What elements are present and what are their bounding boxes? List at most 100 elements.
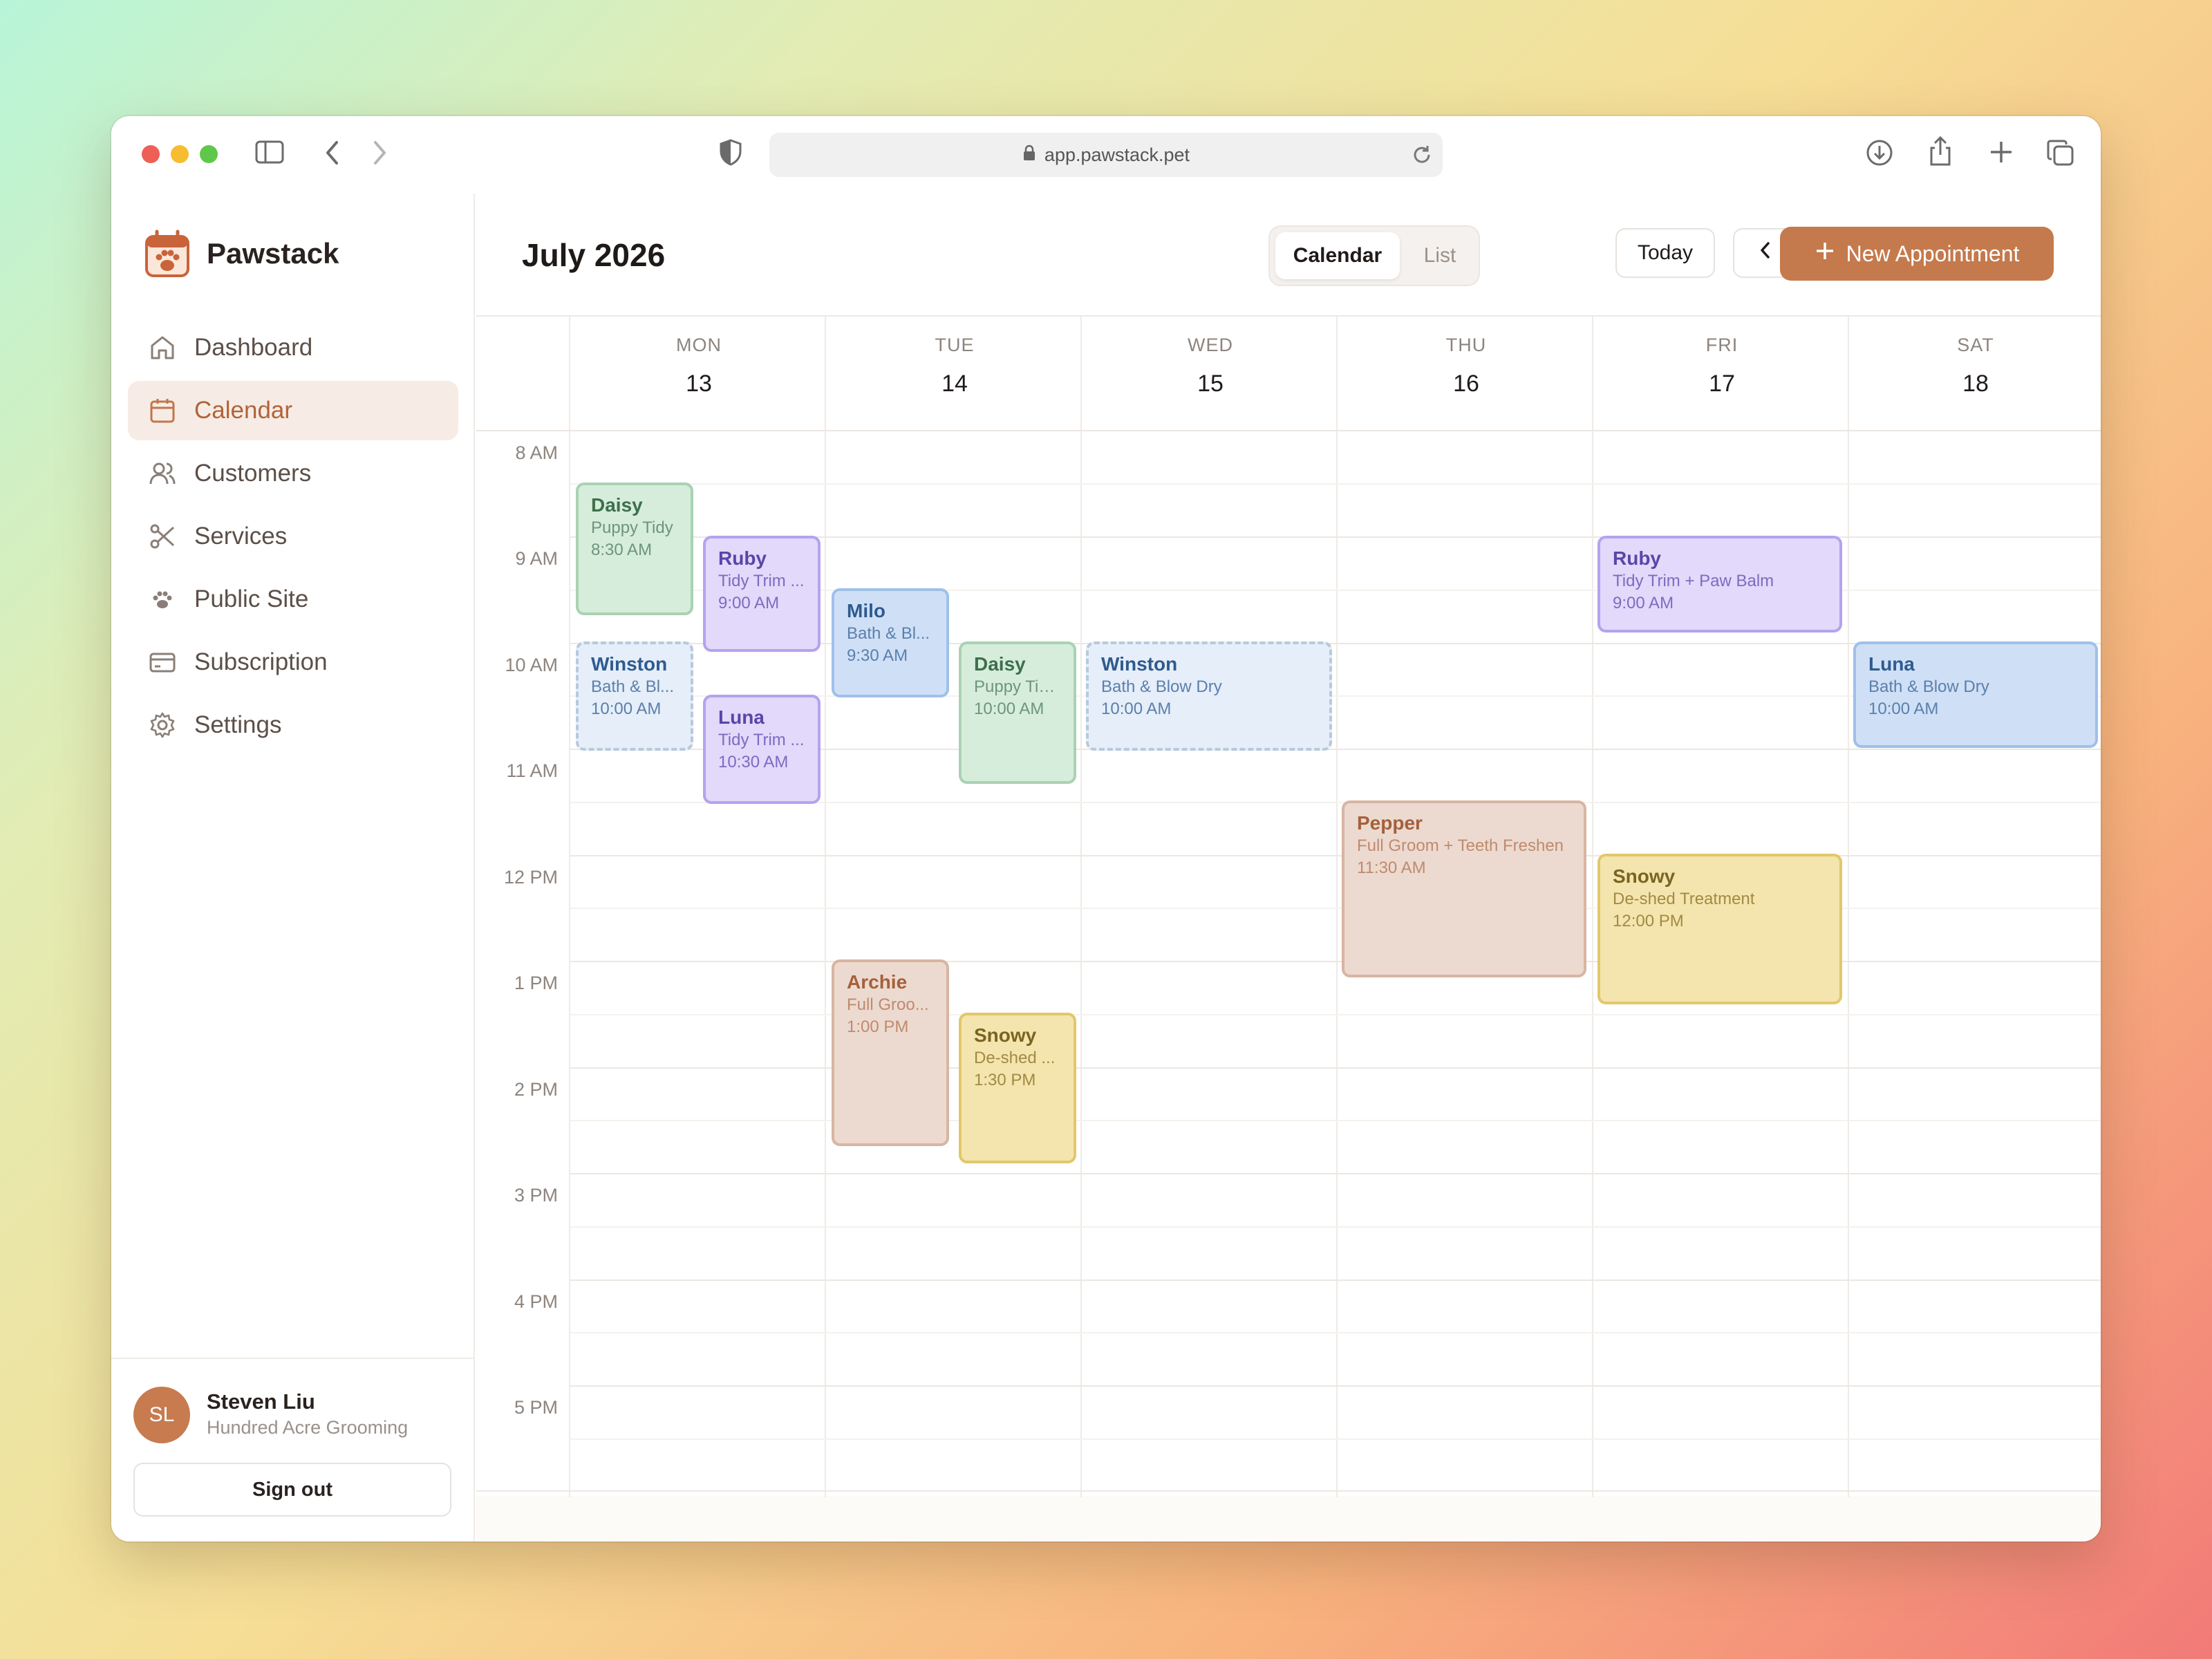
appointment-service: Tidy Trim + Paw Balm bbox=[1613, 572, 1774, 590]
sidebar-item-label: Settings bbox=[194, 711, 282, 738]
appointment-card[interactable]: Daisy Puppy Tid... 10:00 AM bbox=[959, 641, 1076, 784]
appointment-card[interactable]: Ruby Tidy Trim ... 9:00 AM bbox=[703, 536, 821, 652]
time-label: 8 AM bbox=[515, 442, 558, 463]
appointment-service: Tidy Trim ... bbox=[718, 572, 805, 590]
time-label: 3 PM bbox=[514, 1185, 558, 1206]
minimize-window-button[interactable] bbox=[171, 145, 189, 163]
appointment-card[interactable]: Archie Full Groo... 1:00 PM bbox=[832, 959, 949, 1146]
time-label: 4 PM bbox=[514, 1291, 558, 1312]
day-header-thu[interactable]: THU 16 bbox=[1339, 317, 1593, 430]
appointment-card[interactable]: Snowy De-shed Treatment 12:00 PM bbox=[1597, 854, 1842, 1004]
appointment-service: Bath & Blow Dry bbox=[1868, 677, 1989, 696]
day-header-wed[interactable]: WED 15 bbox=[1083, 317, 1338, 430]
back-icon[interactable] bbox=[319, 140, 346, 171]
appointment-time: 10:00 AM bbox=[1868, 700, 1939, 718]
appointment-card[interactable]: Pepper Full Groom + Teeth Freshen 11:30 … bbox=[1342, 800, 1586, 977]
privacy-shield-icon[interactable] bbox=[717, 138, 744, 171]
appointment-pet: Daisy bbox=[591, 494, 643, 516]
appointment-pet: Luna bbox=[718, 706, 765, 728]
hour-line bbox=[570, 855, 2101, 856]
appointment-service: Tidy Trim ... bbox=[718, 731, 805, 749]
calendar-header: July 2026 Calendar List Today New Appoin… bbox=[476, 194, 2101, 315]
day-number: 18 bbox=[1962, 371, 1989, 397]
appointment-service: Full Groom + Teeth Freshen bbox=[1357, 836, 1564, 855]
tabs-overview-icon[interactable] bbox=[2045, 138, 2076, 173]
sidebar-item-dashboard[interactable]: Dashboard bbox=[128, 318, 458, 377]
reload-icon[interactable] bbox=[1411, 144, 1433, 171]
user-name: Steven Liu bbox=[207, 1389, 315, 1414]
tab-calendar[interactable]: Calendar bbox=[1275, 232, 1400, 279]
sidebar-toggle-icon[interactable] bbox=[254, 140, 285, 170]
half-hour-line bbox=[570, 1014, 2101, 1015]
appointment-card[interactable]: Daisy Puppy Tidy 8:30 AM bbox=[576, 482, 693, 615]
appointment-time: 1:30 PM bbox=[974, 1071, 1036, 1089]
column-divider bbox=[1080, 317, 1082, 1497]
tab-list[interactable]: List bbox=[1405, 232, 1474, 279]
today-button[interactable]: Today bbox=[1615, 228, 1715, 278]
address-bar[interactable]: app.pawstack.pet bbox=[769, 133, 1443, 177]
time-label: 9 AM bbox=[515, 548, 558, 569]
appointment-time: 10:00 AM bbox=[974, 700, 1044, 718]
appointment-service: Full Groo... bbox=[847, 995, 929, 1014]
paw-icon bbox=[149, 585, 176, 613]
appointment-time: 1:00 PM bbox=[847, 1018, 909, 1036]
appointment-card[interactable]: Luna Tidy Trim ... 10:30 AM bbox=[703, 695, 821, 804]
half-hour-line bbox=[570, 1438, 2101, 1440]
time-label: 5 PM bbox=[514, 1397, 558, 1418]
sidebar-item-customers[interactable]: Customers bbox=[128, 444, 458, 503]
appointment-card[interactable]: Snowy De-shed ... 1:30 PM bbox=[959, 1013, 1076, 1163]
zoom-window-button[interactable] bbox=[200, 145, 218, 163]
appointment-pet: Archie bbox=[847, 971, 908, 993]
hour-line bbox=[570, 1067, 2101, 1069]
sidebar-item-subscription[interactable]: Subscription bbox=[128, 632, 458, 692]
brand[interactable]: Pawstack bbox=[144, 229, 339, 278]
day-header-fri[interactable]: FRI 17 bbox=[1595, 317, 1849, 430]
day-of-week: TUE bbox=[935, 335, 975, 355]
sidebar-item-label: Services bbox=[194, 523, 288, 550]
hour-line bbox=[570, 1173, 2101, 1174]
sidebar-item-label: Customers bbox=[194, 460, 312, 487]
credit-card-icon bbox=[149, 648, 176, 676]
avatar[interactable]: SL bbox=[133, 1387, 190, 1443]
grid-bottom-line bbox=[476, 1490, 2101, 1492]
half-hour-line bbox=[570, 483, 2101, 485]
half-hour-line bbox=[570, 1120, 2101, 1121]
browser-window: app.pawstack.pet Pawstack Dashboard Cale… bbox=[111, 116, 2101, 1541]
appointment-card[interactable]: Winston Bath & Blow Dry 10:00 AM bbox=[1086, 641, 1332, 751]
download-icon[interactable] bbox=[1864, 138, 1895, 173]
appointment-pet: Pepper bbox=[1357, 812, 1423, 834]
forward-icon[interactable] bbox=[366, 140, 393, 171]
appointment-service: Puppy Tid... bbox=[974, 677, 1061, 696]
column-divider bbox=[569, 317, 570, 1497]
appointment-time: 12:00 PM bbox=[1613, 912, 1684, 930]
main-content: July 2026 Calendar List Today New Appoin… bbox=[476, 194, 2101, 1541]
appointment-card[interactable]: Winston Bath & Bl... 10:00 AM bbox=[576, 641, 693, 751]
sidebar-item-settings[interactable]: Settings bbox=[128, 695, 458, 755]
close-window-button[interactable] bbox=[142, 145, 160, 163]
new-tab-icon[interactable] bbox=[1986, 138, 2016, 171]
new-appointment-button[interactable]: New Appointment bbox=[1780, 227, 2054, 281]
day-header-mon[interactable]: MON 13 bbox=[572, 317, 826, 430]
header-divider bbox=[476, 430, 2101, 431]
day-number: 14 bbox=[941, 371, 968, 397]
appointment-pet: Snowy bbox=[1613, 865, 1676, 887]
appointment-time: 11:30 AM bbox=[1357, 859, 1426, 877]
sign-out-button[interactable]: Sign out bbox=[133, 1463, 451, 1517]
week-calendar-grid: MON 13 TUE 14 WED 15 THU 16 FRI 17 SAT 1… bbox=[476, 315, 2101, 1497]
day-header-tue[interactable]: TUE 14 bbox=[827, 317, 1082, 430]
day-header-sat[interactable]: SAT 18 bbox=[1850, 317, 2101, 430]
sidebar-item-public-site[interactable]: Public Site bbox=[128, 570, 458, 629]
sidebar-item-label: Calendar bbox=[194, 397, 293, 424]
sidebar-item-services[interactable]: Services bbox=[128, 507, 458, 566]
share-icon[interactable] bbox=[1925, 135, 1956, 173]
appointment-pet: Luna bbox=[1868, 653, 1915, 675]
sidebar-item-calendar[interactable]: Calendar bbox=[128, 381, 458, 440]
appointment-card[interactable]: Luna Bath & Blow Dry 10:00 AM bbox=[1853, 641, 2098, 748]
column-divider bbox=[1336, 317, 1338, 1497]
appointment-card[interactable]: Milo Bath & Bl... 9:30 AM bbox=[832, 588, 949, 697]
appointment-service: Bath & Bl... bbox=[847, 624, 930, 643]
appointment-card[interactable]: Ruby Tidy Trim + Paw Balm 9:00 AM bbox=[1597, 536, 1842, 632]
scissors-icon bbox=[149, 523, 176, 550]
home-icon bbox=[149, 334, 176, 362]
appointment-service: Bath & Bl... bbox=[591, 677, 675, 696]
